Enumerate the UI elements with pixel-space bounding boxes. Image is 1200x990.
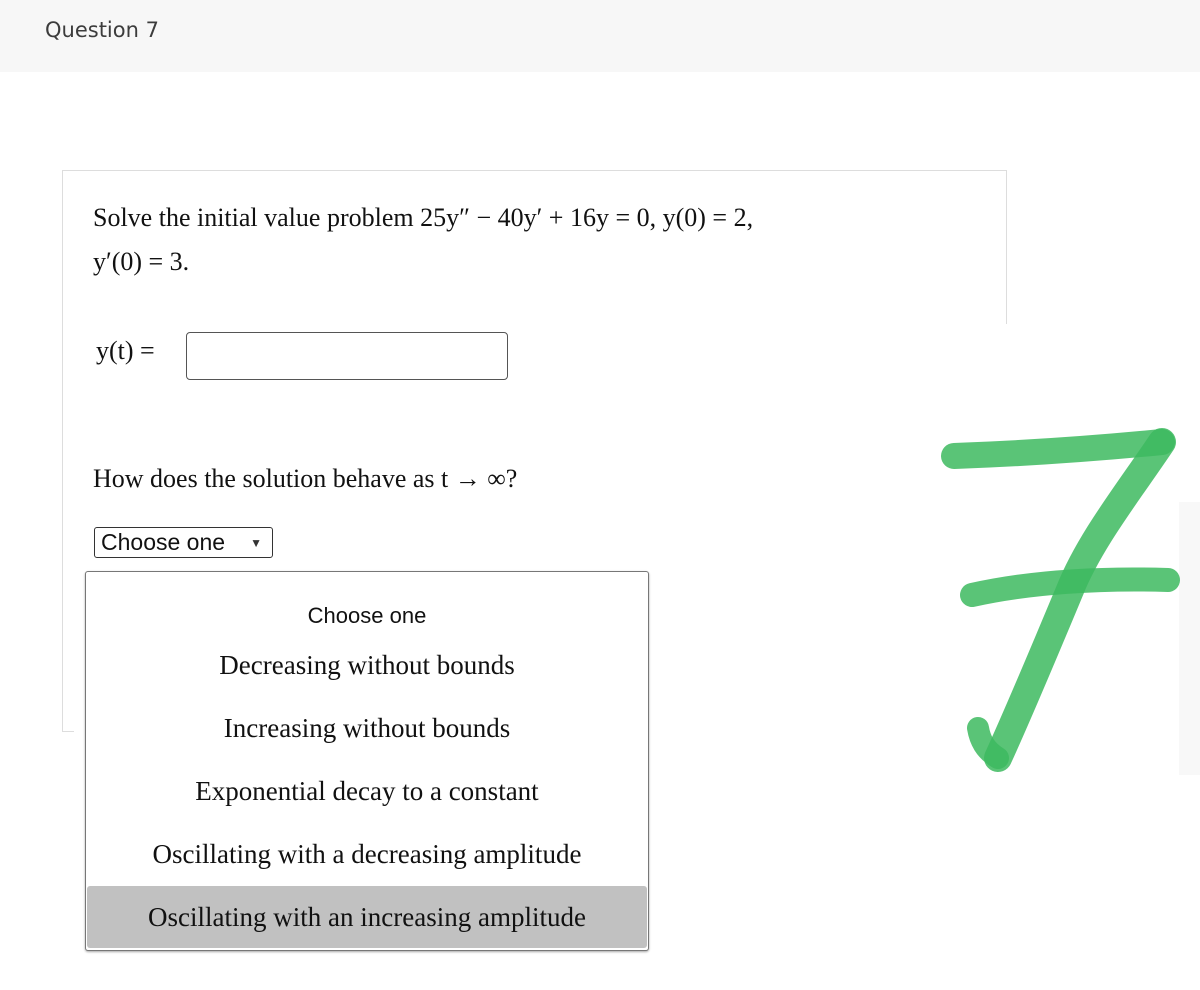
dropdown-option-oscillating-increasing[interactable]: Oscillating with an increasing amplitude <box>87 886 647 948</box>
chevron-down-icon: ▼ <box>250 536 262 550</box>
dropdown-option-decreasing[interactable]: Decreasing without bounds <box>87 634 647 696</box>
select-value: Choose one <box>101 529 226 555</box>
dropdown-menu: Choose one Decreasing without bounds Inc… <box>85 571 649 951</box>
seven-hook-stroke <box>967 717 1009 769</box>
problem-equation: 25y″ − 40y′ + 16y = 0, y(0) = 2, <box>420 203 754 232</box>
answer-input[interactable] <box>186 332 508 380</box>
seven-diagonal-stroke <box>984 428 1176 772</box>
problem-statement: Solve the initial value problem 25y″ − 4… <box>93 196 753 284</box>
problem-intro: Solve the initial value problem <box>93 203 421 232</box>
dropdown-option-oscillating-decreasing[interactable]: Oscillating with a decreasing amplitude <box>87 823 647 885</box>
behavior-question: How does the solution behave as t → ∞? <box>93 464 518 493</box>
dropdown-option-increasing[interactable]: Increasing without bounds <box>87 697 647 759</box>
card-bottom-border <box>62 731 74 732</box>
question-header: Question 7 <box>0 0 1200 72</box>
question-title: Question 7 <box>45 18 159 42</box>
card-border-gap <box>1000 324 1010 744</box>
side-panel <box>1179 502 1200 775</box>
behavior-select[interactable]: Choose one ▼ <box>94 527 273 558</box>
answer-label: y(t) = <box>96 336 155 365</box>
problem-initial-condition: y′(0) = 3. <box>93 247 190 276</box>
dropdown-option-exponential-decay[interactable]: Exponential decay to a constant <box>87 760 647 822</box>
